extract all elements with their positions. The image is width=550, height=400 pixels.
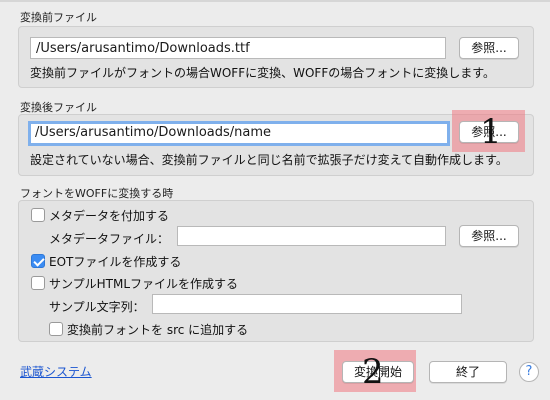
metadata-checkbox[interactable] xyxy=(31,208,45,222)
sample-text-field[interactable] xyxy=(152,294,462,314)
dest-description: 設定されていない場合、変換前ファイルと同じ名前で拡張子だけ変えて自動作成します。 xyxy=(30,153,508,167)
metadata-file-label: メタデータファイル： xyxy=(49,232,170,246)
source-path-field[interactable]: /Users/arusantimo/Downloads.ttf xyxy=(30,37,446,59)
eot-checkbox[interactable] xyxy=(31,254,45,268)
sample-html-checkbox[interactable] xyxy=(31,276,45,290)
source-section-label: 変換前ファイル xyxy=(20,11,97,24)
eot-checkbox-label[interactable]: EOTファイルを作成する xyxy=(49,253,181,270)
sample-html-checkbox-label[interactable]: サンプルHTMLファイルを作成する xyxy=(49,275,238,292)
source-browse-button[interactable]: 参照... xyxy=(459,37,519,59)
source-description: 変換前ファイルがフォントの場合WOFFに変換、WOFFの場合フォントに変換します… xyxy=(30,66,496,80)
sample-text-label: サンプル文字列： xyxy=(49,300,145,314)
window-top-edge xyxy=(0,0,550,2)
annotation-number-1: 1 xyxy=(480,112,502,152)
metadata-browse-button[interactable]: 参照... xyxy=(459,225,519,247)
quit-button[interactable]: 終了 xyxy=(429,361,507,383)
metadata-checkbox-label[interactable]: メタデータを付加する xyxy=(49,207,169,224)
dest-path-field[interactable]: /Users/arusantimo/Downloads/name xyxy=(28,121,450,146)
woff-section-label: フォントをWOFFに変換する時 xyxy=(20,187,174,200)
dest-section-label: 変換後ファイル xyxy=(20,101,97,114)
help-icon[interactable]: ? xyxy=(519,362,539,382)
add-src-checkbox-label[interactable]: 変換前フォントを src に追加する xyxy=(67,321,248,338)
annotation-number-2: 2 xyxy=(362,352,384,392)
vendor-link[interactable]: 武蔵システム xyxy=(20,363,92,380)
add-src-checkbox[interactable] xyxy=(49,322,63,336)
metadata-file-field[interactable] xyxy=(177,226,446,246)
